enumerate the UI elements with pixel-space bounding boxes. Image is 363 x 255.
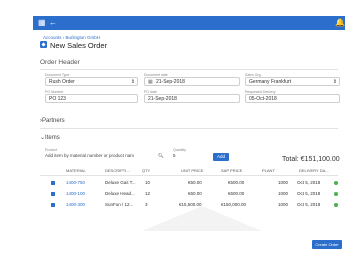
delete-row-icon[interactable] <box>51 203 55 207</box>
description-cell: Deluxe Gas T... <box>105 180 136 185</box>
document-type-select[interactable]: Rush Order ⇕ <box>45 77 138 86</box>
delivery-date-cell: Oct 5, 2018 <box>297 180 321 185</box>
quantity-input[interactable]: 5 <box>173 153 176 158</box>
select-arrows-icon: ⇕ <box>130 79 135 85</box>
divider <box>40 69 338 70</box>
delete-row-icon[interactable] <box>51 181 55 185</box>
partners-toggle[interactable]: ›Partners <box>40 118 65 124</box>
divider <box>40 128 338 129</box>
qty-cell: 10 <box>145 180 151 185</box>
delivery-date-cell: Oct 5, 2018 <box>297 191 321 196</box>
product-label: Product <box>45 148 58 152</box>
page-title: New Sales Order <box>50 41 108 50</box>
status-ok-icon <box>334 203 338 207</box>
delivery-date-cell: Oct 5, 2018 <box>297 202 321 207</box>
breadcrumb[interactable]: Accounts › Burlington GmbH <box>43 35 100 40</box>
sap-price-cell: €500.00 <box>228 180 245 185</box>
material-link[interactable]: 1400-300 <box>66 202 85 207</box>
quantity-label: Quantity <box>173 148 187 152</box>
description-cell: Deluxe Head... <box>105 191 135 196</box>
product-search-input[interactable]: Add item by material number or product n… <box>45 153 134 158</box>
calendar-icon: ▦ <box>148 79 153 85</box>
column-header-description[interactable]: DESCRIPTI... <box>105 168 130 173</box>
bell-icon[interactable]: 🔔 <box>335 18 345 28</box>
sales-order-icon <box>40 41 47 48</box>
po-date-field[interactable]: 21-Sep-2018 <box>144 94 240 103</box>
requested-delivery-field[interactable]: 05-Oct-2018 <box>245 94 340 103</box>
po-number-input[interactable]: PO 123 <box>45 94 138 103</box>
column-header-qty[interactable]: QTY <box>142 168 150 173</box>
section-title-order-header: Order Header <box>40 59 80 66</box>
app-header-bar: ▦ ← 🔔 <box>33 16 345 30</box>
plant-cell: 1000 <box>278 180 289 185</box>
material-link[interactable]: 1400-750 <box>66 180 85 185</box>
column-header-plant[interactable]: PLANT <box>262 168 275 173</box>
order-total: Total: €151,100.00 <box>282 156 340 163</box>
column-header-material[interactable]: MATERIAL <box>66 168 86 173</box>
status-ok-icon <box>334 181 338 185</box>
plant-cell: 1000 <box>278 191 289 196</box>
qty-cell: 12 <box>145 191 151 196</box>
search-icon[interactable]: 🔍︎ <box>158 153 164 159</box>
divider <box>40 175 338 176</box>
column-header-unit-price[interactable]: UNIT PRICE <box>181 168 204 173</box>
unit-price-cell: €60.00 <box>188 191 202 196</box>
delete-row-icon[interactable] <box>51 192 55 196</box>
unit-price-cell: €50.00 <box>188 180 202 185</box>
create-order-button[interactable]: Create Order <box>312 240 342 249</box>
items-toggle[interactable]: ⌄Items <box>40 134 60 141</box>
status-ok-icon <box>334 192 338 196</box>
column-header-sap-price[interactable]: SAP PRICE <box>221 168 242 173</box>
arrow-left-icon[interactable]: ← <box>49 18 57 28</box>
select-arrows-icon: ⇕ <box>332 79 337 85</box>
column-header-delivery-date[interactable]: DELIVERY DA... <box>299 168 329 173</box>
document-date-field[interactable]: ▦ 21-Sep-2018 <box>144 77 240 86</box>
add-item-button[interactable]: Add <box>213 153 229 161</box>
description-cell: SunFun / 12... <box>105 202 134 207</box>
decorative-notch <box>142 206 262 231</box>
grid-icon[interactable]: ▦ <box>38 18 46 28</box>
sales-org-select[interactable]: Germany Frankfurt ⇕ <box>245 77 340 86</box>
plant-cell: 1000 <box>278 202 289 207</box>
sap-price-cell: €600.00 <box>228 191 245 196</box>
material-link[interactable]: 1400-100 <box>66 191 85 196</box>
